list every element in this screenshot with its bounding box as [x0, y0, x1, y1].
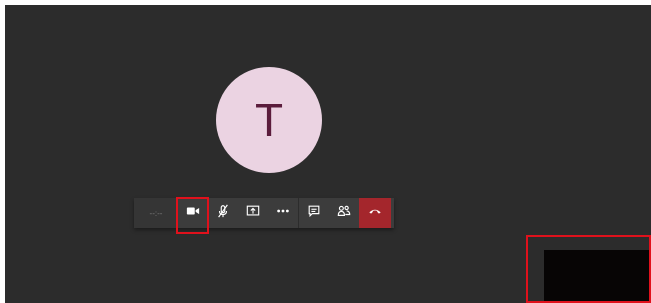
call-timer: --:--: [134, 198, 178, 228]
participants-button[interactable]: [329, 198, 359, 228]
chat-icon: [307, 204, 321, 223]
share-screen-icon: [246, 204, 260, 223]
participant-avatar: T: [216, 67, 322, 173]
share-screen-button[interactable]: [238, 198, 268, 228]
microphone-toggle-button[interactable]: [208, 198, 238, 228]
hang-up-icon: [368, 204, 382, 223]
avatar-initial: T: [254, 94, 284, 146]
self-preview-highlight: [526, 235, 651, 303]
call-controls-toolbar: --:--: [134, 198, 394, 228]
hang-up-button[interactable]: [359, 198, 391, 228]
camera-button-highlight: [176, 197, 209, 234]
more-icon: [276, 204, 290, 223]
mic-off-icon: [216, 204, 230, 223]
people-icon: [337, 204, 351, 223]
chat-button[interactable]: [299, 198, 329, 228]
more-actions-button[interactable]: [268, 198, 298, 228]
